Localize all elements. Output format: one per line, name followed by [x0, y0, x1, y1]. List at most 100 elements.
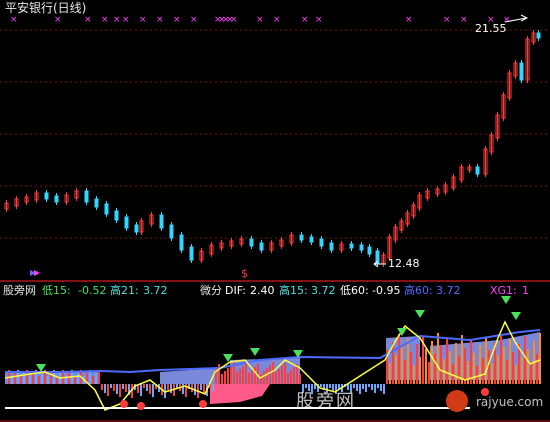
histogram-bar — [455, 343, 457, 384]
histogram-bar — [359, 384, 361, 394]
histogram-bar — [404, 360, 406, 384]
low15-label: 低15: — [42, 284, 71, 297]
histogram-bar — [290, 370, 292, 384]
histogram-bar — [371, 384, 373, 390]
indicator-panel-name[interactable]: 股旁网 — [3, 284, 36, 298]
histogram-bar — [401, 347, 403, 384]
watermark-site: rajyue.com — [476, 395, 544, 409]
histogram-bar — [473, 353, 475, 384]
diff-indicator-name[interactable]: 微分 — [200, 284, 222, 298]
histogram-bar — [380, 384, 382, 391]
histogram-bar — [77, 373, 79, 384]
histogram-bar — [467, 361, 469, 384]
histogram-bar — [368, 384, 370, 387]
histogram-bar — [200, 384, 202, 390]
histogram-bar — [392, 342, 394, 384]
signal-marker-icon: × — [10, 15, 18, 25]
histogram-bar — [149, 384, 151, 394]
signal-marker-icon: × — [190, 15, 198, 25]
signal-marker-icon: × — [230, 15, 238, 25]
histogram-bar — [458, 356, 460, 384]
histogram-bar — [485, 337, 487, 384]
candle-body — [309, 236, 314, 243]
histogram-bar — [239, 369, 241, 384]
high-price-label: 21.55 — [475, 22, 507, 35]
histogram-bar — [41, 373, 43, 384]
histogram-bar — [278, 369, 280, 384]
histogram-bar — [248, 373, 250, 384]
signal-marker-icon: × — [139, 15, 147, 25]
candle-body — [104, 203, 109, 215]
histogram-bar — [365, 384, 367, 392]
histogram-bar — [539, 333, 541, 384]
signal-marker-icon: × — [173, 15, 181, 25]
histogram-bar — [227, 368, 229, 384]
histogram-bar — [437, 333, 439, 384]
candle-body — [299, 234, 304, 241]
histogram-bar — [446, 338, 448, 384]
candle-body — [536, 32, 541, 39]
candle-body — [319, 238, 324, 247]
signal-marker-icon: × — [315, 15, 323, 25]
buy-dot-icon — [199, 400, 207, 408]
histogram-bar — [146, 384, 148, 391]
histogram-bar — [107, 384, 109, 396]
histogram-bar — [14, 373, 16, 384]
histogram-bar — [500, 334, 502, 384]
histogram-bar — [482, 358, 484, 384]
histogram-bar — [374, 384, 376, 393]
histogram-bar — [230, 365, 232, 384]
histogram-bar — [119, 384, 121, 397]
histogram-bar — [113, 384, 115, 391]
candle-body — [84, 190, 89, 203]
high15-label: 高15: — [279, 284, 308, 297]
histogram-bar — [461, 335, 463, 384]
signal-marker-icon: × — [301, 15, 309, 25]
histogram-bar — [449, 351, 451, 384]
histogram-bar — [425, 349, 427, 384]
low60-value: -0.95 — [372, 284, 401, 297]
signal-marker-icon: × — [256, 15, 264, 25]
histogram-bar — [464, 348, 466, 384]
histogram-bar — [122, 384, 124, 389]
histogram-bar — [203, 384, 205, 393]
histogram-bar — [143, 384, 145, 388]
candle-body — [359, 244, 364, 251]
histogram-bar — [242, 366, 244, 384]
price-chart[interactable]: × × × × × × × × × × ××××× × × × × × × × × × $ — [0, 0, 550, 422]
histogram-bar — [212, 384, 214, 391]
candle-body — [349, 243, 354, 249]
histogram-bar — [104, 384, 106, 393]
candle-body — [169, 224, 174, 239]
histogram-bar — [182, 384, 184, 394]
histogram-bar — [176, 384, 178, 388]
histogram-bar — [491, 363, 493, 384]
histogram-bar — [224, 371, 226, 384]
signal-marker-icon: × — [156, 15, 164, 25]
histogram-bar — [377, 384, 379, 388]
high15-value: 3.72 — [311, 284, 336, 297]
histogram-bar — [506, 360, 508, 384]
histogram-bar — [167, 384, 169, 390]
histogram-bar — [245, 363, 247, 384]
histogram-bar — [260, 374, 262, 384]
histogram-bar — [299, 374, 301, 384]
candle-body — [159, 214, 164, 229]
histogram-bar — [266, 368, 268, 384]
histogram-bar — [263, 371, 265, 384]
histogram-bar — [527, 349, 529, 384]
histogram-bar — [407, 339, 409, 384]
histogram-bar — [395, 355, 397, 384]
histogram-bar — [20, 376, 22, 384]
histogram-bar — [110, 384, 112, 388]
buy-flag-icon — [30, 270, 40, 276]
signal-markers-row: × × × × × × × × × × ××××× × × × × × × × × × — [10, 15, 511, 25]
histogram-bar — [221, 374, 223, 384]
high60-value: 3.72 — [436, 284, 461, 297]
histogram-bar — [530, 362, 532, 384]
histogram-bar — [521, 357, 523, 384]
buy-dot-icon — [137, 402, 145, 410]
candle-body — [259, 242, 264, 251]
signal-marker-icon: × — [113, 15, 121, 25]
histogram-bar — [515, 365, 517, 384]
